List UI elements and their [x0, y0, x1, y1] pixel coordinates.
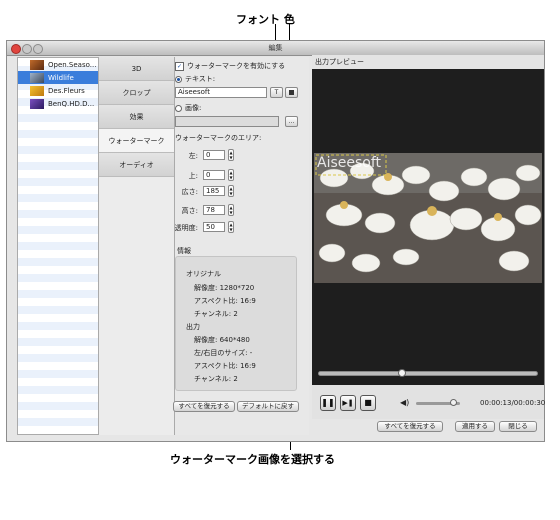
width-stepper[interactable]: ▲ ▼: [228, 185, 234, 197]
seek-knob[interactable]: [397, 369, 406, 377]
file-name: Open.Seaso...: [48, 60, 97, 69]
preview-label: 出力プレビュー: [312, 55, 544, 69]
text-radio-row[interactable]: テキスト:: [175, 74, 215, 84]
edit-tabs: 3D クロップ 効果 ウォーターマーク オーディオ: [99, 57, 175, 435]
file-name: BenQ.HD.D...: [48, 99, 95, 108]
enable-watermark-row[interactable]: ✓ ウォーターマークを有効にする: [175, 61, 285, 71]
color-button[interactable]: [285, 87, 298, 98]
left-label: 左:: [188, 152, 198, 160]
font-button[interactable]: T: [270, 87, 283, 98]
file-item-selected[interactable]: Wildlife: [18, 71, 98, 84]
tab-crop[interactable]: クロップ: [99, 81, 174, 105]
height-input[interactable]: 78: [203, 205, 225, 215]
out-channels: チャンネル: 2: [194, 375, 238, 383]
file-name: Des.Fleurs: [48, 86, 85, 95]
opacity-label: 透明度:: [174, 224, 198, 232]
opacity-stepper[interactable]: ▲ ▼: [228, 221, 234, 233]
gannet-colony-image: [314, 153, 542, 283]
playback-controls: ❚❚ ▶❚ ■ ◀) 00:00:13/00:00:30: [312, 385, 546, 419]
tab-effect[interactable]: 効果: [99, 105, 174, 129]
watermark-text-input[interactable]: Aiseesoft: [175, 87, 267, 98]
height-label: 高さ:: [181, 207, 198, 215]
pause-button[interactable]: ❚❚: [320, 395, 336, 411]
orig-resolution: 解像度: 1280*720: [194, 284, 255, 292]
out-lr-size: 左/右目のサイズ: -: [194, 349, 253, 357]
font-color-callout: フォント 色: [236, 13, 295, 26]
file-list[interactable]: Open.Seaso... Wildlife Des.Fleurs BenQ.H…: [17, 57, 99, 435]
edit-window: 編集 Open.Seaso... Wildlife Des.Fleurs Ben…: [6, 40, 545, 442]
watermark-overlay-text[interactable]: Aiseesoft: [317, 155, 381, 171]
step-forward-button[interactable]: ▶❚: [340, 395, 356, 411]
top-label: 上:: [188, 172, 198, 180]
left-input[interactable]: 0: [203, 150, 225, 160]
stop-button[interactable]: ■: [360, 395, 376, 411]
image-radio-label: 画像:: [185, 104, 202, 112]
out-aspect: アスペクト比: 16:9: [194, 362, 256, 370]
video-thumbnail-icon: [30, 59, 44, 70]
text-radio[interactable]: [175, 75, 182, 83]
enable-watermark-checkbox[interactable]: ✓: [175, 61, 184, 71]
video-thumbnail-icon: [30, 72, 44, 83]
tab-watermark[interactable]: ウォーターマーク: [99, 129, 174, 153]
file-name: Wildlife: [48, 73, 74, 82]
area-label: ウォーターマークのエリア:: [175, 134, 262, 142]
height-stepper[interactable]: ▲ ▼: [228, 204, 234, 216]
volume-icon: ◀): [400, 398, 410, 407]
browse-image-button[interactable]: ...: [285, 116, 298, 127]
output-label: 出力: [186, 323, 200, 331]
video-thumbnail-icon: [30, 98, 44, 109]
file-item[interactable]: Des.Fleurs: [18, 84, 98, 97]
top-input[interactable]: 0: [203, 170, 225, 180]
width-label: 広さ:: [181, 188, 198, 196]
left-stepper[interactable]: ▲ ▼: [228, 149, 234, 161]
title-bar: 編集: [7, 41, 544, 56]
original-label: オリジナル: [186, 270, 221, 278]
window-title: 編集: [268, 44, 283, 52]
seek-bar[interactable]: [318, 371, 538, 376]
video-thumbnail-icon: [30, 85, 44, 96]
top-stepper[interactable]: ▲ ▼: [228, 169, 234, 181]
width-input[interactable]: 185: [203, 186, 225, 196]
info-header: 情報: [177, 247, 191, 255]
image-radio[interactable]: [175, 104, 182, 112]
orig-aspect: アスペクト比: 16:9: [194, 297, 256, 305]
apply-button[interactable]: 適用する: [455, 421, 495, 432]
file-item[interactable]: BenQ.HD.D...: [18, 97, 98, 110]
opacity-input[interactable]: 50: [203, 222, 225, 232]
select-image-callout: ウォーターマーク画像を選択する: [170, 453, 335, 466]
restore-all-button[interactable]: すべてを復元する: [377, 421, 443, 432]
preview-video: Aiseesoft: [314, 153, 542, 283]
file-item[interactable]: Open.Seaso...: [18, 58, 98, 71]
image-radio-row[interactable]: 画像:: [175, 103, 201, 113]
panel-restore-all-button[interactable]: すべてを復元する: [173, 401, 235, 412]
text-radio-label: テキスト:: [185, 75, 216, 83]
image-path-input[interactable]: [175, 116, 279, 127]
orig-channels: チャンネル: 2: [194, 310, 238, 318]
out-resolution: 解像度: 640*480: [194, 336, 250, 344]
close-button[interactable]: 閉じる: [499, 421, 537, 432]
info-box: オリジナル 解像度: 1280*720 アスペクト比: 16:9 チャンネル: …: [175, 256, 297, 391]
time-display: 00:00:13/00:00:30: [480, 399, 546, 407]
tab-3d[interactable]: 3D: [99, 57, 174, 81]
enable-watermark-label: ウォーターマークを有効にする: [187, 62, 286, 70]
restore-default-button[interactable]: デフォルトに戻す: [237, 401, 299, 412]
output-preview: 出力プレビュー Aiseesoft ❚❚ ▶❚ ■ ◀) 00:00:13/00…: [312, 55, 546, 419]
tab-audio[interactable]: オーディオ: [99, 153, 174, 177]
